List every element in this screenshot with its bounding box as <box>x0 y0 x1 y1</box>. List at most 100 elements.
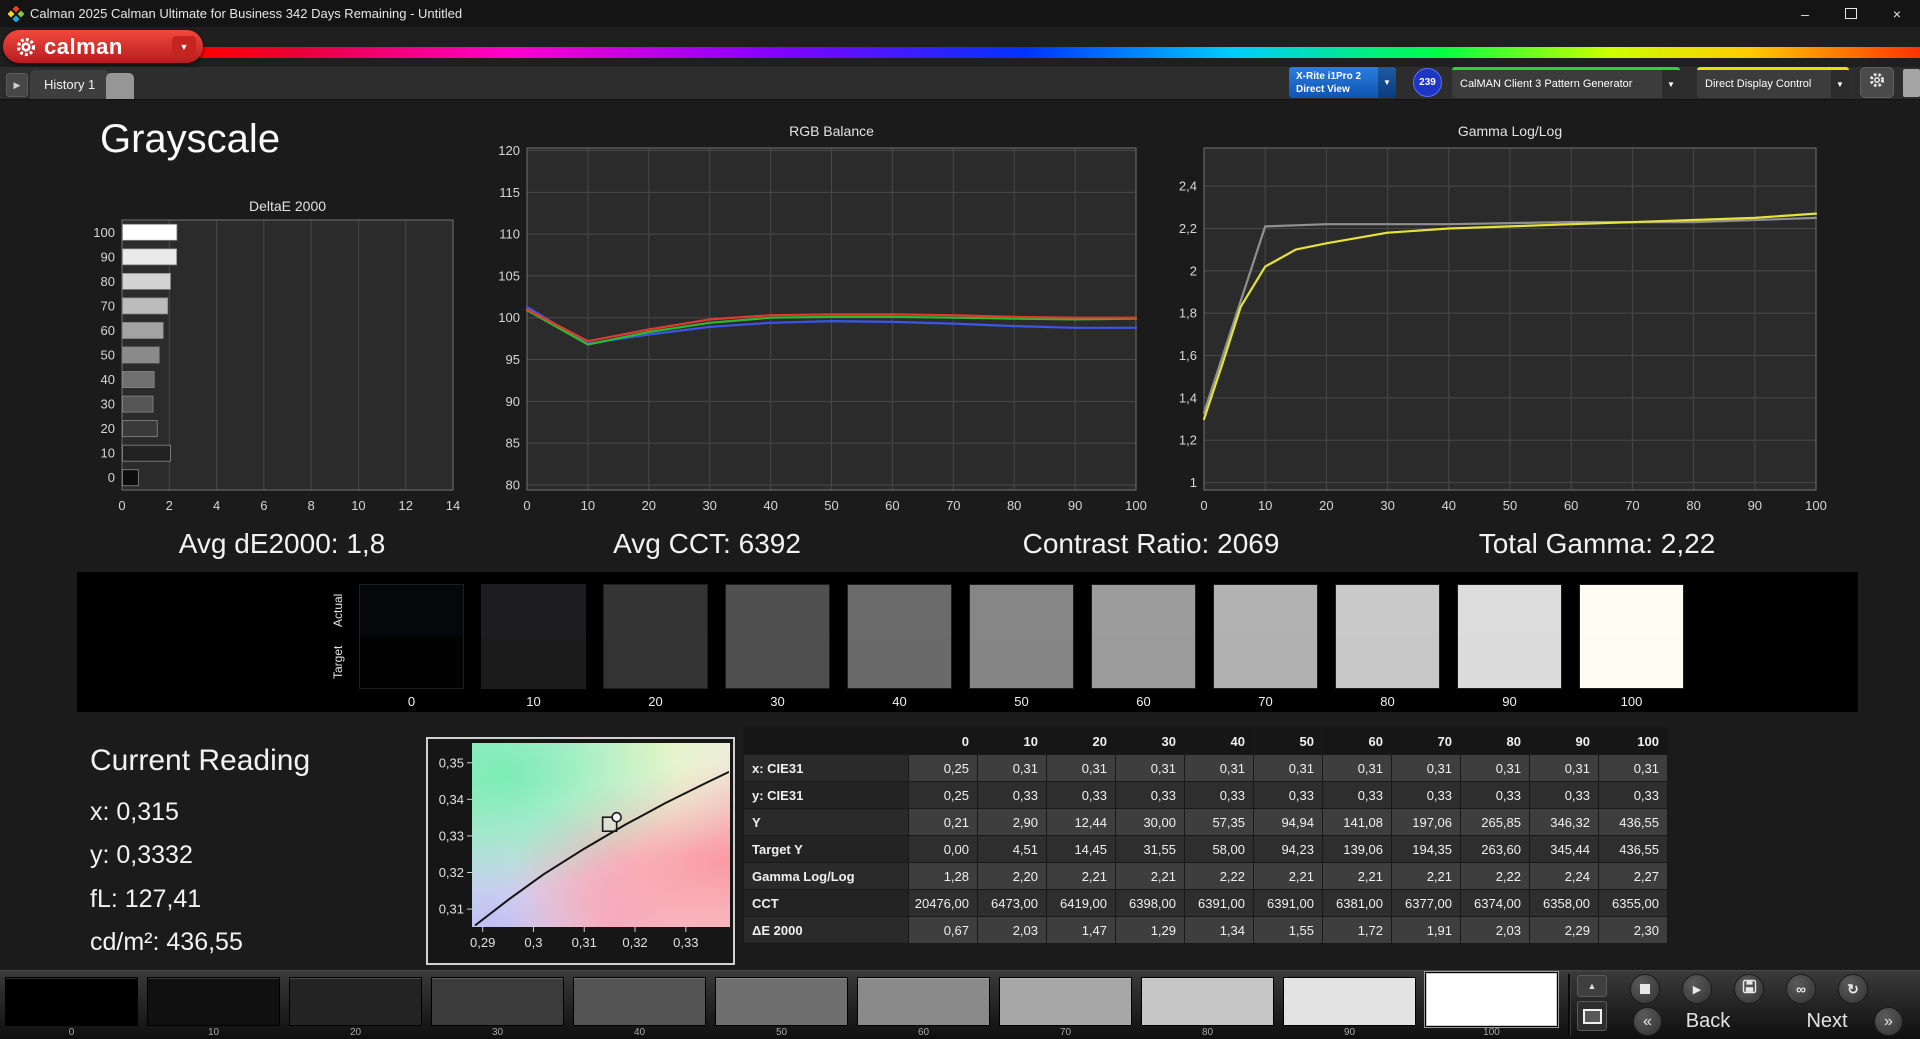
table-row-label: y: CIE31 <box>743 781 909 809</box>
reading-cdm2: cd/m²: 436,55 <box>90 928 243 956</box>
table-column-header: 10 <box>977 727 1047 755</box>
pattern-level-button-0[interactable] <box>5 977 138 1026</box>
table-cell: 1,91 <box>1391 916 1461 944</box>
table-cell: 0,21 <box>908 808 978 836</box>
swatch-target-color <box>1336 637 1439 688</box>
chevron-down-icon[interactable]: ▼ <box>1662 70 1680 98</box>
swatch-level-label: 60 <box>1136 694 1151 709</box>
grayscale-swatch-0 <box>359 584 464 689</box>
back-button[interactable]: Back <box>1668 1010 1748 1033</box>
next-arrow-button[interactable]: » <box>1874 1007 1903 1036</box>
settings-button[interactable] <box>1860 67 1894 98</box>
pattern-level-label: 80 <box>1201 1027 1214 1038</box>
next-button[interactable]: Next <box>1787 1010 1867 1033</box>
pattern-level-button-60[interactable] <box>857 977 990 1026</box>
workflow-tab-bar: ▶ History 1 X-Rite i1Pro 2 Direct View ▼… <box>0 67 1920 100</box>
table-cell: 0,33 <box>977 781 1047 809</box>
chevron-down-icon: ▼ <box>179 41 189 52</box>
minimize-button[interactable]: – <box>1782 0 1828 27</box>
pattern-level-button-40[interactable] <box>573 977 706 1026</box>
rainbow-strip <box>200 47 1920 58</box>
table-cell: 6358,00 <box>1529 889 1599 917</box>
collapse-panel-button[interactable]: ▲ <box>1577 975 1607 997</box>
table-cell: 0,31 <box>1115 754 1185 782</box>
maximize-button[interactable] <box>1828 0 1874 27</box>
table-cell: 436,55 <box>1598 808 1668 836</box>
svg-text:90: 90 <box>506 394 520 409</box>
svg-text:80: 80 <box>506 477 520 492</box>
table-cell: 31,55 <box>1115 835 1185 863</box>
toolbar-overflow-strip[interactable] <box>1903 69 1920 97</box>
swatch-actual-color <box>970 585 1073 637</box>
table-cell: 0,31 <box>1460 754 1530 782</box>
chevron-down-icon[interactable]: ▼ <box>1378 67 1396 98</box>
stop-button[interactable] <box>1630 974 1660 1004</box>
link-meter-button[interactable]: ∞ <box>1786 974 1816 1004</box>
svg-text:2: 2 <box>166 498 173 513</box>
table-cell: 2,22 <box>1184 862 1254 890</box>
calman-menu-chevron[interactable]: ▼ <box>172 36 196 57</box>
display-layout-button[interactable] <box>1577 1001 1607 1031</box>
svg-text:50: 50 <box>1503 498 1517 513</box>
refresh-button[interactable]: ↻ <box>1838 974 1868 1004</box>
pattern-level-button-80[interactable] <box>1141 977 1274 1026</box>
table-cell: 14,45 <box>1046 835 1116 863</box>
svg-text:8: 8 <box>308 498 315 513</box>
meter-dropdown[interactable]: X-Rite i1Pro 2 Direct View ▼ <box>1289 67 1396 98</box>
play-icon: ▶ <box>1692 983 1702 996</box>
table-cell: 2,21 <box>1322 862 1392 890</box>
history-nav-button[interactable]: ▶ <box>6 73 28 97</box>
back-arrow-button[interactable]: « <box>1633 1007 1662 1036</box>
svg-text:12: 12 <box>398 498 412 513</box>
table-cell: 0,31 <box>1322 754 1392 782</box>
add-tab-button[interactable] <box>106 73 134 99</box>
pattern-level-button-30[interactable] <box>431 977 564 1026</box>
svg-text:0,32: 0,32 <box>439 865 464 880</box>
svg-text:0,31: 0,31 <box>572 935 597 950</box>
save-button[interactable] <box>1734 974 1764 1004</box>
svg-text:0: 0 <box>1200 498 1207 513</box>
svg-text:100: 100 <box>1805 498 1827 513</box>
table-cell: 2,90 <box>977 808 1047 836</box>
pattern-level-button-50[interactable] <box>715 977 848 1026</box>
tab-history-1[interactable]: History 1 <box>30 70 110 99</box>
svg-text:100: 100 <box>1125 498 1147 513</box>
table-cell: 436,55 <box>1598 835 1668 863</box>
pattern-level-button-20[interactable] <box>289 977 422 1026</box>
meter-name: X-Rite i1Pro 2 <box>1296 70 1362 82</box>
pattern-level-button-70[interactable] <box>999 977 1132 1026</box>
table-cell: 139,06 <box>1322 835 1392 863</box>
svg-text:0,33: 0,33 <box>673 935 698 950</box>
svg-text:40: 40 <box>763 498 777 513</box>
pattern-level-label: 40 <box>633 1027 646 1038</box>
pattern-level-button-10[interactable] <box>147 977 280 1026</box>
pattern-generator-dropdown[interactable]: CalMAN Client 3 Pattern Generator ▼ <box>1452 67 1680 98</box>
gamma-chart: 0 10 20 30 40 50 60 70 80 90 100 2,4 2,2 2 1,8 1,6 1,4 1,… <box>1179 123 1827 513</box>
reading-y: y: 0,3332 <box>90 841 193 869</box>
pattern-level-button-100[interactable] <box>1425 972 1558 1027</box>
swatch-actual-color <box>1458 585 1561 637</box>
play-button[interactable]: ▶ <box>1682 974 1712 1004</box>
swatch-target-color <box>360 637 463 688</box>
calman-menu-button[interactable]: calman ▼ <box>3 30 203 63</box>
svg-text:20: 20 <box>101 421 115 436</box>
avg-de2000-metric: Avg dE2000: 1,8 <box>178 528 386 559</box>
swatch-level-label: 70 <box>1258 694 1273 709</box>
table-cell: 346,32 <box>1529 808 1599 836</box>
table-cell: 0,25 <box>908 781 978 809</box>
close-button[interactable]: × <box>1874 0 1920 27</box>
swatch-target-color <box>1214 637 1317 688</box>
target-row-label: Target <box>331 645 345 680</box>
svg-text:0,33: 0,33 <box>439 828 464 843</box>
total-gamma-metric: Total Gamma: 2,22 <box>1478 528 1716 559</box>
table-row-label: Y <box>743 808 909 836</box>
svg-text:1,8: 1,8 <box>1179 306 1197 321</box>
chevron-down-icon[interactable]: ▼ <box>1831 70 1849 98</box>
swatch-actual-color <box>482 585 585 637</box>
svg-text:50: 50 <box>101 348 115 363</box>
display-control-dropdown[interactable]: Direct Display Control ▼ <box>1697 67 1849 98</box>
pattern-level-button-90[interactable] <box>1283 977 1416 1026</box>
svg-text:40: 40 <box>101 372 115 387</box>
pattern-level-label: 10 <box>207 1027 220 1038</box>
table-cell: 6355,00 <box>1598 889 1668 917</box>
